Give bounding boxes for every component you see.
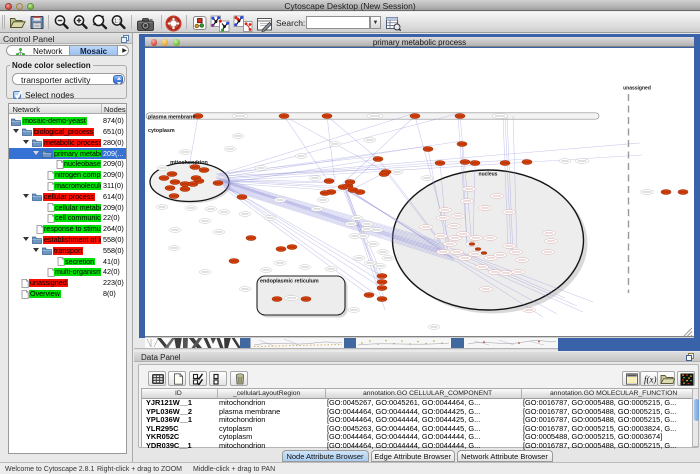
svg-text:cytoplasm: cytoplasm: [148, 128, 175, 134]
svg-text:plasma membrane: plasma membrane: [148, 114, 195, 120]
svg-text:endoplasmic reticulum: endoplasmic reticulum: [260, 279, 319, 285]
svg-text:f(x): f(x): [644, 375, 657, 385]
svg-text:1:1: 1:1: [114, 19, 121, 25]
svg-text:mitochondrion: mitochondrion: [170, 160, 208, 166]
svg-text:unassigned: unassigned: [623, 86, 651, 92]
svg-text:nucleus: nucleus: [479, 172, 498, 178]
